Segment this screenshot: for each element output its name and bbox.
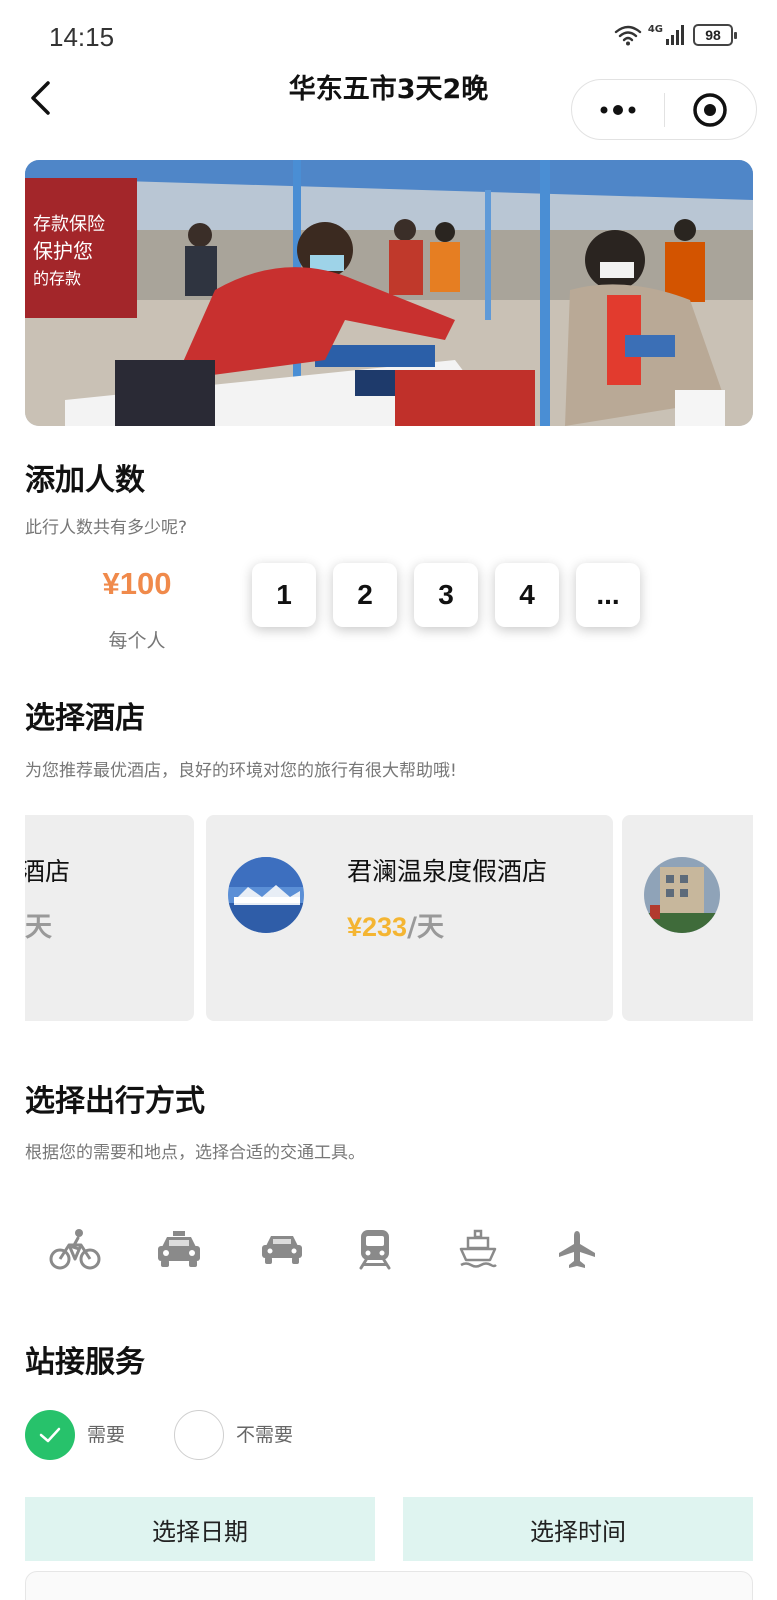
svg-text:的存款: 的存款 xyxy=(33,269,81,288)
people-count-more-option[interactable]: ... xyxy=(576,563,640,627)
car-option[interactable] xyxy=(255,1226,309,1272)
hotel-price: 天 xyxy=(25,912,52,943)
train-icon xyxy=(359,1230,391,1270)
svg-text:存款保险: 存款保险 xyxy=(33,214,105,235)
status-bar: 14:15 4G 98 xyxy=(0,0,777,78)
airplane-option[interactable] xyxy=(550,1226,604,1272)
hotel-name: 君澜温泉度假酒店 xyxy=(347,857,548,886)
pickup-section-title: 站接服务 xyxy=(25,1345,145,1380)
car-icon xyxy=(262,1236,302,1264)
wifi-icon xyxy=(614,25,642,46)
hotel-card[interactable]: 君澜温泉度假酒店 ¥233/天 xyxy=(206,815,613,1021)
pickup-no-need-label: 不需要 xyxy=(236,1424,294,1446)
ship-option[interactable] xyxy=(451,1226,505,1272)
taxi-icon xyxy=(158,1231,200,1267)
check-icon xyxy=(39,1427,61,1443)
mini-program-capsule xyxy=(571,79,757,140)
bicycle-option[interactable] xyxy=(48,1226,102,1272)
transport-section-subtitle: 根据您的需要和地点，选择合适的交通工具。 xyxy=(25,1143,365,1163)
close-button[interactable] xyxy=(665,80,757,139)
price-unit-label: 每个人 xyxy=(108,630,166,652)
hotel-card-partial[interactable]: 酒店 天 xyxy=(25,815,194,1021)
back-button[interactable] xyxy=(22,76,58,120)
status-icons: 4G 98 xyxy=(614,24,737,46)
people-count-option[interactable]: 1 xyxy=(252,563,316,627)
select-time-button[interactable]: 选择时间 xyxy=(403,1497,753,1561)
airplane-icon xyxy=(559,1231,595,1268)
people-section-title: 添加人数 xyxy=(25,463,145,498)
pickup-need-radio[interactable] xyxy=(25,1410,75,1460)
select-date-button[interactable]: 选择日期 xyxy=(25,1497,375,1561)
train-option[interactable] xyxy=(348,1226,402,1272)
bottom-input-card[interactable] xyxy=(25,1571,753,1600)
bicycle-icon xyxy=(49,1229,101,1270)
pickup-need-label: 需要 xyxy=(87,1424,126,1446)
hotel-section-subtitle: 为您推荐最优酒店，良好的环境对您的旅行有很大帮助哦! xyxy=(25,761,457,781)
status-time: 14:15 xyxy=(49,22,115,52)
hotel-carousel[interactable]: 酒店 天 君澜温泉度假酒店 ¥233/天 xyxy=(25,815,753,1021)
people-count-option[interactable]: 3 xyxy=(414,563,478,627)
people-count-option[interactable]: 4 xyxy=(495,563,559,627)
hotel-name: 酒店 xyxy=(25,857,71,886)
target-close-icon xyxy=(693,92,727,127)
hotel-price: ¥233/天 xyxy=(347,912,444,943)
hotel-thumbnail xyxy=(644,857,720,933)
ship-icon xyxy=(459,1229,497,1268)
people-section-subtitle: 此行人数共有多少呢? xyxy=(25,518,188,538)
hotel-thumbnail xyxy=(228,857,304,933)
transport-section-title: 选择出行方式 xyxy=(25,1084,205,1119)
signal-icon xyxy=(666,25,684,45)
battery-icon: 98 xyxy=(693,24,737,46)
network-type: 4G xyxy=(647,24,663,35)
hotel-card-partial[interactable] xyxy=(622,815,753,1021)
chevron-left-icon xyxy=(31,81,50,115)
per-person-price: ¥100 xyxy=(102,566,172,601)
svg-text:保护您: 保护您 xyxy=(33,239,93,263)
hotel-section-title: 选择酒店 xyxy=(25,701,145,736)
banner-image: 存款保险 保护您 的存款 xyxy=(25,160,753,426)
more-button[interactable] xyxy=(572,80,664,139)
taxi-option[interactable] xyxy=(152,1226,206,1272)
people-count-option[interactable]: 2 xyxy=(333,563,397,627)
more-dots-icon xyxy=(600,104,636,115)
pickup-no-need-radio[interactable] xyxy=(174,1410,224,1460)
